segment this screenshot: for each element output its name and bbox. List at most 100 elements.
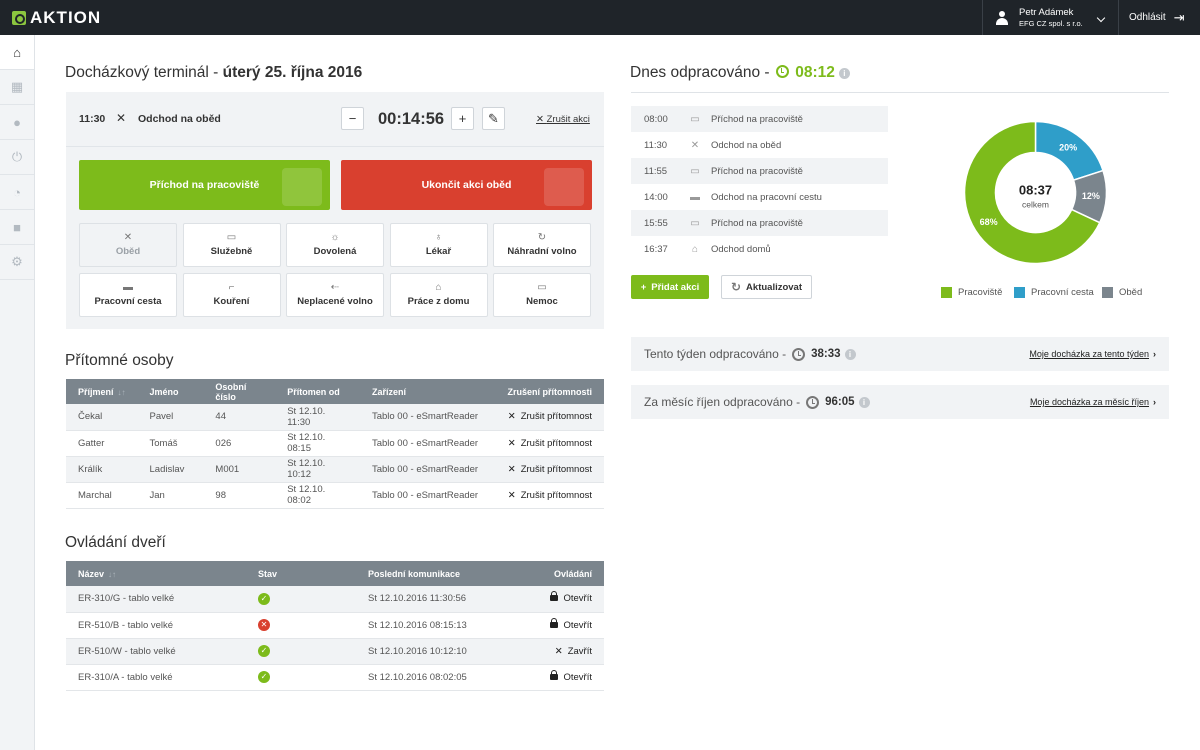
gear-icon[interactable]: ⚙: [0, 245, 34, 280]
action-tile[interactable]: ♁ Lékař: [389, 223, 488, 267]
action-tile[interactable]: ▭ Nemoc: [493, 273, 591, 317]
table-cell: Gatter: [66, 430, 138, 457]
donut-center-value: 08:37: [1019, 183, 1052, 198]
user-company: EFG CZ spol. s r.o.: [1019, 18, 1083, 28]
table-cell[interactable]: ✕ Zrušit přítomnost: [494, 456, 604, 483]
tile-icon: ✕: [123, 232, 133, 243]
doors-table: Název ↓↑ Stav Poslední komunikace Ovládání E…: [66, 561, 604, 691]
month-value: 96:05: [825, 396, 855, 408]
table-cell: Tablo 00 - eSmartReader: [359, 404, 495, 431]
event-icon: ▭: [690, 165, 700, 177]
table-cell: 44: [203, 404, 276, 431]
legend-label: Oběd: [1119, 287, 1143, 298]
action-tile[interactable]: ↻ Náhradní volno: [493, 223, 591, 267]
table-cell: St 12.10. 10:12: [275, 456, 360, 483]
tile-label: Práce z domu: [407, 296, 470, 307]
table-row: ER-310/G - tablo velké ✓ St 12.10.2016 11:…: [66, 586, 604, 613]
legend-swatch: [1102, 287, 1113, 298]
doors-title: Ovládání dveří: [65, 534, 166, 551]
info-icon[interactable]: i: [858, 396, 870, 408]
end-action-button[interactable]: Ukončit akci oběd: [341, 160, 592, 210]
month-link[interactable]: Moje docházka za měsíc říjen: [1030, 397, 1156, 407]
edit-button[interactable]: ✎: [482, 107, 505, 130]
tile-label: Lékař: [425, 246, 452, 257]
door-last-communication: St 12.10.2016 08:02:05: [356, 664, 526, 691]
table-cell: Králík: [66, 456, 138, 483]
action-tile[interactable]: ☼ Dovolená: [286, 223, 384, 267]
user-icon[interactable]: ●: [0, 105, 34, 140]
tile-label: Náhradní volno: [507, 246, 577, 257]
table-cell[interactable]: ✕ Zrušit přítomnost: [494, 482, 604, 509]
arrival-button[interactable]: Příchod na pracoviště: [79, 160, 330, 210]
table-cell: Jan: [137, 482, 204, 509]
door-name: ER-310/G - tablo velké: [66, 586, 246, 613]
donut-svg: 20% 12% 68% 08:37 celkem: [963, 120, 1108, 265]
add-action-button[interactable]: + Přidat akci: [631, 275, 709, 299]
tile-label: Oběd: [115, 246, 141, 257]
power-icon[interactable]: ⏻: [0, 140, 34, 175]
action-timer: 00:14:56: [378, 110, 445, 128]
action-tile[interactable]: ⌂ Práce z domu: [389, 273, 488, 317]
month-summary: Za měsíc říjen odpracováno - 96:05 i Moj…: [631, 385, 1169, 419]
door-control[interactable]: Otevřít: [526, 612, 604, 639]
clock-icon[interactable]: ◔: [0, 175, 34, 210]
terminal-title: Docházkový terminál - úterý 25. října 20…: [65, 64, 362, 82]
refresh-button[interactable]: ↻ Aktualizovat: [721, 275, 812, 299]
action-tile[interactable]: ▭ Služebně: [182, 223, 281, 267]
door-control[interactable]: ✕ Zavřít: [526, 638, 604, 665]
lock-icon[interactable]: ■: [0, 210, 34, 245]
door-status: ✓: [246, 664, 356, 691]
today-value: 08:12: [795, 64, 835, 81]
table-cell[interactable]: ✕ Zrušit přítomnost: [494, 430, 604, 457]
table-header: Název ↓↑ Stav Poslední komunikace Ovládání: [66, 561, 604, 586]
list-item: 14:00 ▬ Odchod na pracovní cestu: [631, 184, 888, 210]
logout-button[interactable]: Odhlásit ⇥: [1129, 11, 1185, 24]
info-icon[interactable]: i: [844, 348, 856, 360]
table-row: ER-510/B - tablo velké ✕ St 12.10.2016 08:…: [66, 612, 604, 639]
table-cell: Tomáš: [137, 430, 204, 457]
action-tile[interactable]: ▬ Pracovní cesta: [79, 273, 177, 317]
cancel-presence-label: Zrušit přítomnost: [520, 437, 592, 449]
cancel-action-link[interactable]: ✕ Zrušit akci: [536, 114, 590, 125]
minus-button[interactable]: −: [341, 107, 364, 130]
aktion-logo[interactable]: AKTION: [12, 8, 101, 28]
week-link[interactable]: Moje docházka za tento týden: [1029, 349, 1156, 359]
column-header: Jméno: [137, 379, 204, 404]
column-header: Přítomen od: [275, 379, 360, 404]
info-icon[interactable]: i: [838, 68, 850, 79]
donut-center-label: celkem: [1022, 200, 1049, 210]
tile-icon: ☼: [330, 232, 340, 243]
table-cell: Marchal: [66, 482, 138, 509]
top-bar: AKTION Petr Adámek EFG CZ spol. s r.o. O…: [0, 0, 1200, 35]
close-icon: ✕: [507, 437, 516, 449]
column-header[interactable]: Příjmení ↓↑: [66, 379, 138, 404]
arrival-button-label: Příchod na pracoviště: [149, 179, 260, 191]
legend-swatch: [941, 287, 952, 298]
list-item: 11:55 ▭ Příchod na pracoviště: [631, 158, 888, 184]
door-action-label: Otevřít: [563, 671, 592, 683]
event-label: Odchod na oběd: [711, 139, 782, 151]
action-tile[interactable]: ⌐ Kouření: [182, 273, 281, 317]
plus-button[interactable]: +: [451, 107, 474, 130]
table-cell[interactable]: ✕ Zrušit přítomnost: [494, 404, 604, 431]
calendar-icon[interactable]: ▦: [0, 70, 34, 105]
status-ok-icon: ✓: [258, 645, 270, 657]
cancel-action-label: Zrušit akci: [546, 114, 590, 125]
clock-icon: [775, 65, 789, 78]
month-label: Za měsíc říjen odpracováno -: [644, 395, 801, 409]
tile-label: Pracovní cesta: [94, 296, 162, 307]
home-icon[interactable]: ⌂: [0, 35, 34, 70]
donut-slice-label: 12%: [1082, 191, 1100, 201]
sidebar: ⌂ ▦ ● ⏻ ◔ ■ ⚙: [0, 35, 35, 750]
door-control[interactable]: Otevřít: [526, 664, 604, 691]
door-name: ER-510/W - tablo velké: [66, 638, 246, 665]
table-cell: 98: [203, 482, 276, 509]
action-tile[interactable]: ⇠ Neplacené volno: [286, 273, 384, 317]
table-row: Gatter Tomáš 026 St 12.10. 08:15 Tablo 00 - …: [66, 430, 604, 457]
column-header[interactable]: Název ↓↑: [66, 561, 246, 586]
user-menu[interactable]: Petr Adámek EFG CZ spol. s r.o.: [982, 0, 1119, 35]
briefcase-icon: [282, 168, 322, 206]
door-control[interactable]: Otevřít: [526, 586, 604, 613]
donut-slice-label: 68%: [980, 217, 998, 227]
tile-icon: ▬: [123, 282, 133, 293]
